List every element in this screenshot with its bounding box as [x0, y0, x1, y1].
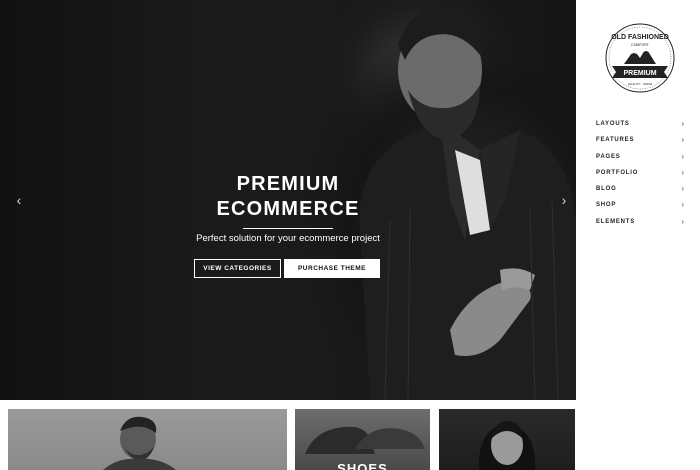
logo-bottom-text: QUALITY · SINCE	[628, 82, 653, 86]
nav-item-label: BLOG	[596, 186, 617, 193]
chevron-right-icon: ›	[681, 135, 684, 145]
nav-item-elements[interactable]: ELEMENTS ›	[596, 216, 688, 232]
main-navigation: LAYOUTS › FEATURES › PAGES › PORTFOLIO ›…	[596, 118, 688, 232]
nav-item-pages[interactable]: PAGES ›	[596, 151, 688, 167]
hero-subtitle: Perfect solution for your ecommerce proj…	[196, 233, 380, 244]
nav-item-label: FEATURES	[596, 137, 635, 144]
chevron-right-icon: ›	[681, 200, 684, 210]
nav-item-label: PORTFOLIO	[596, 169, 639, 176]
hero-title-line-1: PREMIUM	[236, 173, 340, 195]
nav-item-portfolio[interactable]: PORTFOLIO ›	[596, 167, 688, 183]
slider-prev-arrow-icon[interactable]: ‹	[10, 191, 28, 209]
nav-item-shop[interactable]: SHOP ›	[596, 199, 688, 215]
hero-slider: ‹ › PREMIUM ECOMMERCE Perfect solution f…	[0, 0, 576, 400]
slider-next-arrow-icon[interactable]: ›	[555, 191, 573, 209]
nav-item-label: SHOP	[596, 202, 617, 209]
nav-item-label: LAYOUTS	[596, 121, 630, 127]
logo-mid-text: COMFORT	[631, 43, 649, 47]
brand-logo[interactable]: OLD FASHIONED COMFORT PREMIUM QUALITY · …	[604, 22, 676, 94]
chevron-right-icon: ›	[681, 151, 684, 161]
view-categories-button[interactable]: VIEW CATEGORIES	[194, 259, 281, 278]
nav-item-label: PAGES	[596, 153, 621, 160]
category-tile-men[interactable]	[8, 409, 287, 470]
purchase-theme-button[interactable]: PURCHASE THEME	[284, 259, 380, 278]
hero-divider	[243, 228, 333, 229]
category-tile-women[interactable]	[439, 409, 575, 470]
nav-item-features[interactable]: FEATURES ›	[596, 134, 688, 150]
logo-banner-text: PREMIUM	[623, 70, 656, 77]
hero-title-line-2: ECOMMERCE	[216, 198, 360, 220]
tile-image-men	[103, 416, 176, 470]
nav-item-layouts[interactable]: LAYOUTS ›	[596, 118, 688, 134]
category-tile-shoes[interactable]: SHOES	[295, 409, 430, 470]
logo-top-text: OLD FASHIONED	[611, 34, 669, 41]
tile-image-women	[478, 421, 536, 470]
nav-item-label: ELEMENTS	[596, 218, 636, 225]
chevron-right-icon: ›	[681, 119, 684, 128]
nav-item-blog[interactable]: BLOG ›	[596, 183, 688, 199]
chevron-right-icon: ›	[681, 216, 684, 226]
chevron-right-icon: ›	[681, 184, 684, 194]
tile-label-shoes: SHOES	[337, 461, 388, 470]
chevron-right-icon: ›	[681, 167, 684, 177]
